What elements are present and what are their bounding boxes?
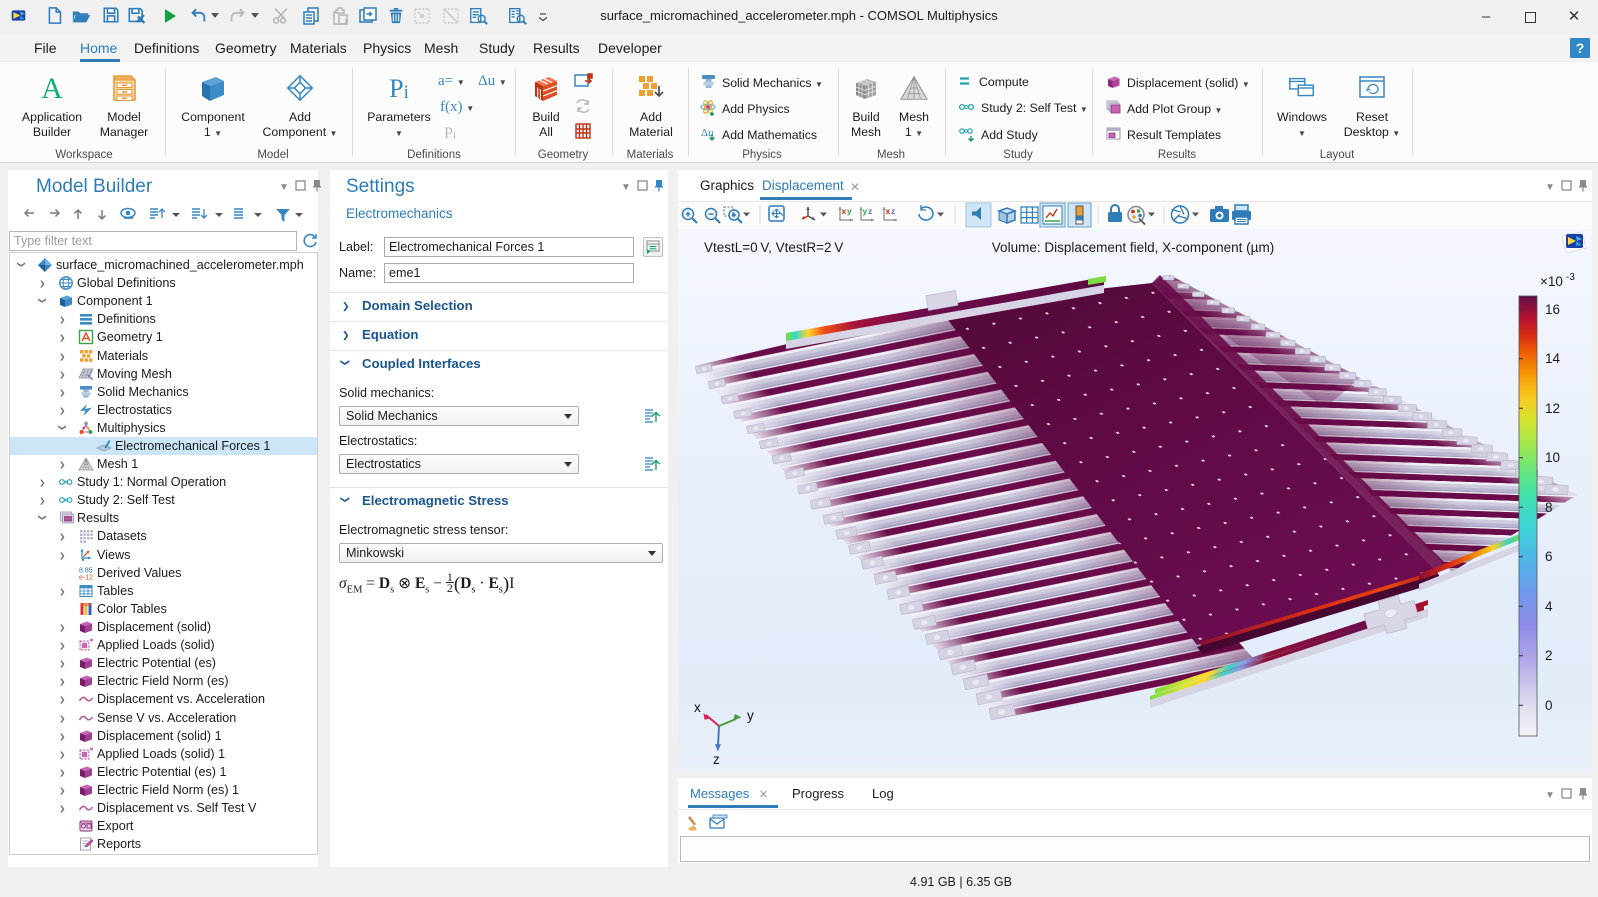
svg-text:2: 2 xyxy=(1545,648,1553,663)
svg-text:VtestL=0 V, VtestR=2 V: VtestL=0 V, VtestR=2 V xyxy=(704,240,843,255)
svg-text:y: y xyxy=(747,708,754,723)
svg-text:y: y xyxy=(863,206,868,216)
svg-text:Volume: Displacement field, X-: Volume: Displacement field, X-component … xyxy=(992,240,1274,255)
svg-text:4: 4 xyxy=(1545,599,1553,614)
svg-text:×10: ×10 xyxy=(1540,274,1563,289)
svg-text:16: 16 xyxy=(1545,302,1560,317)
svg-text:0: 0 xyxy=(1545,698,1553,713)
svg-text:x: x xyxy=(886,206,891,216)
svg-text:14: 14 xyxy=(1545,351,1561,366)
svg-text:8: 8 xyxy=(1545,500,1553,515)
svg-text:y: y xyxy=(847,206,852,216)
svg-text:z: z xyxy=(868,206,872,216)
svg-text:x: x xyxy=(842,206,847,216)
svg-text:6: 6 xyxy=(1545,549,1553,564)
svg-text:Pi: Pi xyxy=(389,74,409,103)
svg-text:12: 12 xyxy=(1545,401,1560,416)
svg-text:8.85: 8.85 xyxy=(79,568,93,575)
svg-text:10: 10 xyxy=(1545,450,1560,465)
svg-text:-3: -3 xyxy=(1566,272,1575,283)
svg-text:x: x xyxy=(694,700,701,715)
svg-text:e-12: e-12 xyxy=(79,575,93,582)
svg-text:z: z xyxy=(713,752,720,767)
svg-text:A: A xyxy=(41,72,63,104)
svg-text:z: z xyxy=(891,206,895,216)
